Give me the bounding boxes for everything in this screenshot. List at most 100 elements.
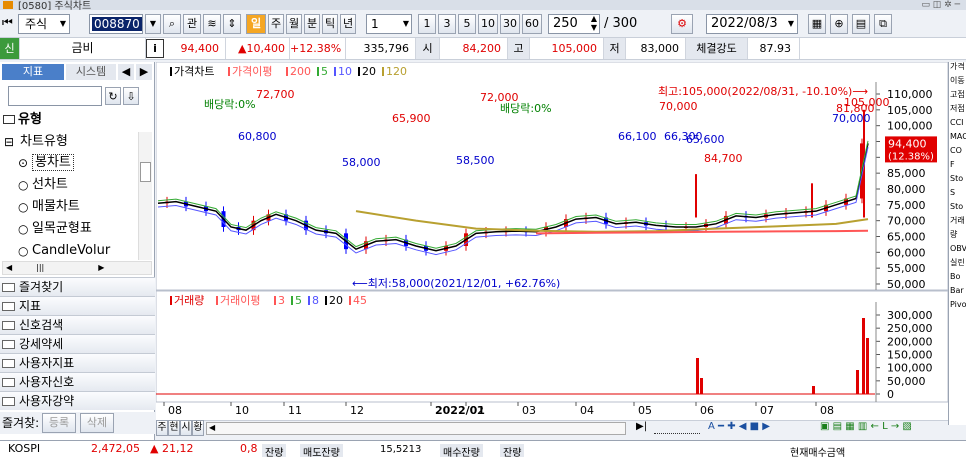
chart-type-line[interactable]: ○ 선차트	[0, 174, 155, 196]
legend-swatch	[382, 67, 384, 76]
scroll-arrow-icon[interactable]: ▶|	[636, 421, 647, 432]
chart-canvas[interactable]: 가격차트 가격이평 200 5 10 20 120거래량 거래이평 3 5 8 20 45110,000…	[156, 62, 948, 420]
ticker-item-1[interactable]: 잔량	[262, 444, 287, 457]
tab-scroll-left-icon[interactable]: ◀	[118, 64, 134, 80]
favorites-add-button[interactable]: 등록	[42, 413, 76, 433]
minute-30-button[interactable]: 30	[500, 14, 520, 34]
group-strength-label: 강세약세	[19, 337, 64, 351]
ticker-item-2[interactable]: 매도잔량	[300, 444, 343, 457]
chart-type-candle[interactable]: ⊙ 봉차트	[0, 152, 155, 174]
right-panel-item[interactable]: Bar	[949, 286, 966, 300]
group-signal-search[interactable]: 신호검색	[0, 315, 155, 334]
right-panel-item[interactable]: CO	[949, 146, 966, 160]
right-panel-item[interactable]: 거래	[949, 216, 966, 230]
zoom-controls-icon[interactable]: A ━ ✚ ◀ ■ ▶	[708, 421, 770, 432]
tab-indicator[interactable]: 지표	[2, 64, 64, 80]
indicator-search-input[interactable]	[8, 86, 102, 106]
view-button-3[interactable]: 시	[180, 420, 192, 436]
right-panel-item[interactable]: Sto	[949, 202, 966, 216]
print-icon[interactable]: ▤	[852, 14, 870, 34]
tree-scrollbar[interactable]	[138, 132, 152, 260]
legend-swatch	[286, 67, 288, 76]
right-panel-item[interactable]: S	[949, 188, 966, 202]
export-icon[interactable]: ⧉	[874, 14, 892, 34]
related-button[interactable]: 관	[183, 14, 201, 34]
right-panel-item[interactable]: MAC	[949, 132, 966, 146]
period-month-button[interactable]: 월	[286, 14, 302, 34]
minute-10-button[interactable]: 10	[478, 14, 498, 34]
period-day-button[interactable]: 일	[246, 14, 266, 34]
chart-area[interactable]: 가격차트 가격이평 200 5 10 20 120 거래량 거래이평 3 5 8 20 45 110,000…	[156, 62, 948, 425]
view-button-1[interactable]: 주	[156, 420, 168, 436]
market-label: 주식	[25, 17, 48, 31]
download-icon[interactable]: ⇩	[123, 87, 139, 105]
max-price-note: 최고:105,000(2022/08/31, -10.10%)⟶	[658, 85, 868, 98]
code-input[interactable]: 008870	[89, 14, 143, 34]
minute-3-button[interactable]: 3	[438, 14, 456, 34]
refresh-icon[interactable]: ↻	[105, 87, 121, 105]
legend-swatch	[274, 296, 276, 305]
interval-input[interactable]: 1 ▼	[366, 14, 412, 34]
group-user-signals[interactable]: 사용자신호	[0, 372, 155, 391]
right-panel-item[interactable]: 량	[949, 230, 966, 244]
prev-icon[interactable]: ⏮	[2, 15, 13, 30]
volume-y-tick-label: 150,000	[887, 349, 933, 362]
view-button-4[interactable]: 황	[192, 420, 204, 436]
minute-1-button[interactable]: 1	[418, 14, 436, 34]
period-year-button[interactable]: 년	[340, 14, 356, 34]
type-group-header[interactable]: 유형	[0, 110, 155, 130]
right-panel-item[interactable]: 이동	[949, 76, 966, 90]
right-panel-item[interactable]: 가격	[949, 62, 966, 76]
window-controls-icon[interactable]: ▭ ◫ ✲ ─	[921, 0, 960, 10]
ticker-item-5[interactable]: 잔량	[500, 444, 525, 457]
chart-type-volume-profile[interactable]: ○ 매물차트	[0, 196, 155, 218]
folder-icon	[3, 115, 15, 124]
date-input[interactable]: 2022/08/3 ▼	[706, 14, 798, 34]
updown-icon[interactable]: ⇕	[223, 14, 241, 34]
x-tick-label: 04	[580, 404, 594, 417]
zoom-icon[interactable]: ⊕	[830, 14, 848, 34]
legend-label: 20	[362, 65, 376, 78]
right-panel-item[interactable]: 실린	[949, 258, 966, 272]
minute-60-button[interactable]: 60	[522, 14, 542, 34]
code-dropdown-icon[interactable]: ▼	[145, 14, 161, 34]
right-panel-item[interactable]: Bo	[949, 272, 966, 286]
right-panel-item[interactable]: 저점	[949, 104, 966, 118]
volume-y-tick-label: 250,000	[887, 322, 933, 335]
group-indicators[interactable]: 지표	[0, 296, 155, 315]
view-button-2[interactable]: 현	[168, 420, 180, 436]
period-tick-button[interactable]: 틱	[322, 14, 338, 34]
right-panel-item[interactable]: CCI	[949, 118, 966, 132]
favorites-delete-button[interactable]: 삭제	[80, 413, 114, 433]
tab-scroll-right-icon[interactable]: ▶	[136, 64, 152, 80]
group-favorites[interactable]: 즐겨찾기	[0, 277, 155, 296]
tool-icons[interactable]: ▣ ▤ ▦ ▥ ← L → ▧	[820, 421, 912, 432]
chart-type-candlevolume[interactable]: ○ CandleVolur	[0, 240, 138, 262]
group-user-indicators[interactable]: 사용자지표	[0, 353, 155, 372]
chart-tool-icon[interactable]: ▦	[808, 14, 826, 34]
tree-chart-type[interactable]: ⊟ 차트유형	[0, 131, 155, 153]
right-panel-item[interactable]: Sto	[949, 174, 966, 188]
chart-type-ichimoku[interactable]: ○ 일목균형표	[0, 218, 155, 240]
ticker-item-4[interactable]: 매수잔량	[440, 444, 483, 457]
search-icon[interactable]: ⌕	[163, 14, 181, 34]
minute-5-button[interactable]: 5	[458, 14, 476, 34]
info-button[interactable]: i	[146, 39, 164, 58]
group-icon[interactable]: ≋	[203, 14, 221, 34]
right-panel-item[interactable]: Pivo	[949, 300, 966, 314]
right-panel-item[interactable]: OBV	[949, 244, 966, 258]
settings-icon[interactable]: ⚙	[671, 14, 693, 34]
market-select[interactable]: 주식 ▼	[18, 14, 70, 34]
zoom-slider[interactable]	[654, 423, 700, 434]
right-panel-item[interactable]: 고점	[949, 90, 966, 104]
right-panel-item[interactable]: F	[949, 160, 966, 174]
tree-hscrollbar[interactable]: ◀ ||| ▶	[2, 261, 152, 275]
group-strength[interactable]: 강세약세	[0, 334, 155, 353]
tab-system[interactable]: 시스템	[66, 64, 116, 80]
period-week-button[interactable]: 주	[268, 14, 284, 34]
group-user-strength[interactable]: 사용자강약	[0, 391, 155, 410]
count-input[interactable]: 250 ▲ ▼	[548, 14, 600, 34]
chart-hscroll[interactable]: ◀	[206, 422, 626, 435]
high-label: 고	[508, 38, 530, 59]
period-minute-button[interactable]: 분	[304, 14, 320, 34]
